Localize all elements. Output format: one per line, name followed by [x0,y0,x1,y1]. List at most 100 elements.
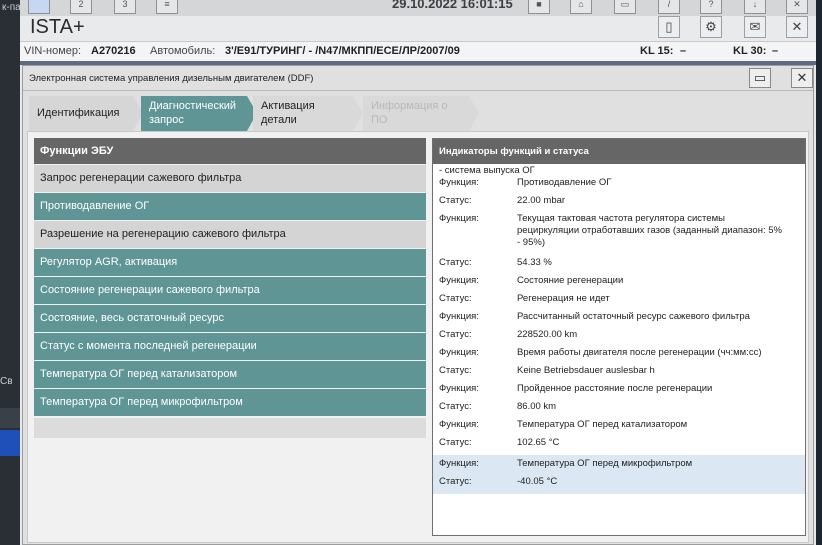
mail-icon[interactable]: ✉ [744,16,766,38]
taskbar-item[interactable] [0,408,20,428]
status-row: Статус: 54.33 % [433,257,805,275]
tab-label: Информация о ПО [371,100,448,126]
list-header: Функции ЭБУ [34,138,426,164]
list-item[interactable]: Температура ОГ перед микрофильтром [34,389,426,416]
function-row: Функция: Текущая тактовая частота регулят… [433,213,805,257]
status-label: Статус: [439,365,472,376]
list-item[interactable]: Состояние, весь остаточный ресурс [34,305,426,332]
status-label: Статус: [439,437,472,448]
close-icon[interactable]: ✕ [786,16,808,38]
close-icon[interactable]: ✕ [791,68,813,88]
status-value: 54.33 % [517,257,552,268]
datetime: 29.10.2022 16:01:15 [392,0,513,11]
ecu-functions-list: Функции ЭБУ Запрос регенерации сажевого … [34,138,426,438]
divider [23,90,813,91]
list-item[interactable]: Температура ОГ перед катализатором [34,361,426,388]
function-row: Функция: Время работы двигателя после рег… [433,347,805,365]
function-label: Функция: [439,213,479,224]
status-row: Статус: Регенерация не идет [433,293,805,311]
status-row: Статус: Keine Betriebsdauer auslesbar h [433,365,805,383]
function-label: Функция: [439,347,479,358]
top-toolbar: 2 3 ≡ 29.10.2022 16:01:15 ■ ⌂ ▭ / ? ↓ ✕ [20,0,816,17]
vin-label: VIN-номер: [24,45,82,57]
tab-label: Идентификация [37,107,120,119]
function-value: Температура ОГ перед микрофильтром [517,458,693,469]
car-value: 3'/E91/ТУРИНГ/ - /N47/МКПП/ЕСЕ/ЛР/2007/0… [225,45,460,57]
function-row: Функция: Температура ОГ перед катализатор… [433,419,805,437]
status-value: Регенерация не идет [517,293,610,304]
tab-2-button[interactable]: 2 [70,0,92,14]
ecu-dialog: Электронная система управления дизельным… [22,65,814,545]
status-row: Статус: 86.00 km [433,401,805,419]
status-label: Статус: [439,401,472,412]
list-item[interactable]: Разрешение на регенерацию сажевого фильт… [34,221,426,248]
vin-value: A270216 [91,45,136,57]
function-value: Пройденное расстояние после регенерации [517,383,713,394]
taskbar-item-active[interactable] [0,430,20,456]
status-label: Статус: [439,293,472,304]
list-item[interactable]: Запрос регенерации сажевого фильтра [34,165,426,192]
gear-icon[interactable]: ⚙ [700,16,722,38]
function-label: Функция: [439,419,479,430]
status-label: Статус: [439,476,472,487]
kl30-label: KL 30: [733,45,767,57]
function-label: Функция: [439,311,479,322]
app-title: ISTA+ [30,16,85,38]
function-label: Функция: [439,275,479,286]
tab-software-info: Информация о ПО [363,96,479,131]
function-value: Температура ОГ перед катализатором [517,419,688,430]
help-icon[interactable]: ? [700,0,722,14]
tab-3-button[interactable]: 3 [114,0,136,14]
document-icon[interactable]: ▯ [658,16,680,38]
vehicle-info-bar: VIN-номер: A270216 Автомобиль: 3'/E91/ТУ… [20,41,816,62]
status-value: 228520.00 km [517,329,578,340]
tab-notch [469,96,479,131]
home-tab-button[interactable] [28,0,50,14]
tab-identification[interactable]: Идентификация [29,96,143,131]
download-icon[interactable]: ↓ [744,0,766,14]
status-value: 86.00 km [517,401,557,412]
tab-label: Активация детали [261,100,315,126]
desktop-text: к-па [2,2,21,13]
function-value: Состояние регенерации [517,275,624,286]
desktop-strip: к-па Св [0,0,21,545]
system-label: - система выпуска ОГ [439,165,535,176]
function-value: Рассчитанный остаточный ресурс сажевого … [517,311,750,322]
list-item[interactable]: Статус с момента последней регенерации [34,333,426,360]
status-row: Статус: 228520.00 km [433,329,805,347]
list-icon[interactable]: ≡ [156,0,178,14]
close-icon[interactable]: ✕ [786,0,808,14]
selected-entry[interactable]: Функция: Температура ОГ перед микрофильтр… [433,455,805,494]
tab-notch [353,96,363,131]
kl15-label: KL 15: [640,45,674,57]
print-icon[interactable]: ▭ [614,0,636,14]
function-value: Противодавление ОГ [517,177,612,188]
kl30-value: – [772,45,779,57]
list-item[interactable]: Регулятор AGR, активация [34,249,426,276]
status-value: -40.05 °C [517,476,558,487]
function-row: Функция: Температура ОГ перед микрофильтр… [433,458,805,476]
kl15-value: – [680,45,687,57]
connection-icon[interactable]: ⌂ [570,0,592,14]
vehicle-icon[interactable]: ■ [528,0,550,14]
status-value: Keine Betriebsdauer auslesbar h [517,365,655,376]
status-row: Статус: -40.05 °C [433,476,805,494]
status-label: Статус: [439,257,472,268]
list-filler [34,418,426,438]
tab-content: Функции ЭБУ Запрос регенерации сажевого … [27,131,809,543]
function-row: Функция: Пройденное расстояние после реге… [433,383,805,401]
panel-header: Индикаторы функций и статуса [433,139,805,164]
status-label: Статус: [439,329,472,340]
list-item[interactable]: Состояние регенерации сажевого фильтра [34,277,426,304]
tab-diagnostic-query[interactable]: Диагностический запрос [141,96,257,131]
print-icon[interactable]: ▭ [749,68,771,88]
list-item[interactable]: Противодавление ОГ [34,193,426,220]
function-label: Функция: [439,383,479,394]
tab-part-activation[interactable]: Активация детали [253,96,363,131]
dialog-title: Электронная система управления дизельным… [29,73,314,84]
desktop-text-2: Св [0,376,13,387]
app-header: ISTA+ ▯ ⚙ ✉ ✕ [20,16,816,41]
tools-icon[interactable]: / [658,0,680,14]
status-value: 22.00 mbar [517,195,566,206]
tab-number: 2 [78,0,84,9]
